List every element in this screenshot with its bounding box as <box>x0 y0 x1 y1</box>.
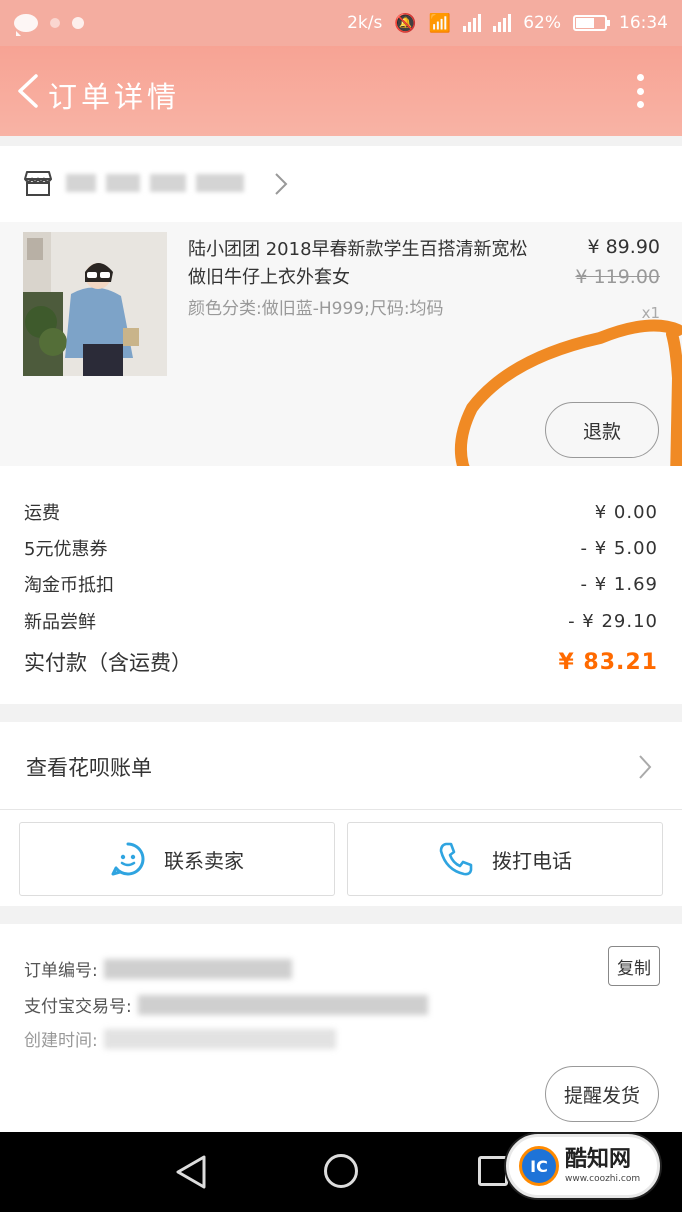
chevron-right-icon <box>639 755 652 779</box>
remind-shipping-button[interactable]: 提醒发货 <box>545 1066 659 1122</box>
shop-icon <box>24 171 52 196</box>
order-number-label: 订单编号: <box>24 961 98 981</box>
fee-amount: - ¥ 29.10 <box>568 610 658 632</box>
clock: 16:34 <box>619 13 668 33</box>
shop-row[interactable] <box>0 146 682 222</box>
fee-label: 5元优惠券 <box>24 539 108 560</box>
fee-row-shipping: 运费 ¥ 0.00 <box>24 494 658 530</box>
coozhi-watermark: IC 酷知网 www.coozhi.com <box>506 1134 660 1198</box>
call-phone-button[interactable]: 拨打电话 <box>347 822 663 896</box>
fee-row-new-product: 新品尝鲜 - ¥ 29.10 <box>24 603 658 639</box>
total-paid-label: 实付款（含运费） <box>24 651 192 675</box>
order-number-line: 订单编号: <box>24 956 292 981</box>
huabei-bill-row[interactable]: 查看花呗账单 <box>0 722 682 810</box>
product-original-price: ¥ 119.00 <box>575 266 660 288</box>
created-time-line: 创建时间: <box>24 1026 336 1051</box>
product-section: 陆小团团 2018早春新款学生百搭清新宽松做旧牛仔上衣外套女 颜色分类:做旧蓝-… <box>0 222 682 466</box>
fee-label: 淘金币抵扣 <box>24 575 114 596</box>
total-paid-row: 实付款（含运费） ¥ 83.21 <box>24 644 658 680</box>
fees-section: 运费 ¥ 0.00 5元优惠券 - ¥ 5.00 淘金币抵扣 - ¥ 1.69 … <box>0 466 682 704</box>
back-arrow-icon[interactable] <box>16 74 40 108</box>
message-notification-icon <box>14 14 38 36</box>
fee-label: 新品尝鲜 <box>24 612 96 633</box>
fee-amount: - ¥ 1.69 <box>580 573 658 595</box>
product-title[interactable]: 陆小团团 2018早春新款学生百搭清新宽松做旧牛仔上衣外套女 <box>188 236 532 292</box>
more-options-icon[interactable] <box>636 74 644 108</box>
nav-recent-apps-icon[interactable] <box>478 1156 508 1186</box>
battery-icon <box>573 15 610 31</box>
title-bar: 订单详情 <box>0 46 682 136</box>
refund-button[interactable]: 退款 <box>545 402 659 458</box>
coozhi-logo-icon: IC <box>519 1146 559 1186</box>
fee-label: 运费 <box>24 503 60 524</box>
status-bar: 2k/s 🔕 📶 62% 16:34 <box>0 0 682 46</box>
total-paid-amount: ¥ 83.21 <box>558 649 658 675</box>
product-image[interactable] <box>23 232 167 376</box>
chat-smile-icon <box>111 842 145 876</box>
phone-icon <box>439 842 473 876</box>
watermark-url: www.coozhi.com <box>565 1173 641 1184</box>
created-time-redacted <box>103 1028 336 1049</box>
copy-button[interactable]: 复制 <box>608 946 660 986</box>
order-info-section: 订单编号: 复制 支付宝交易号: 创建时间: 提醒发货 <box>0 924 682 1132</box>
page-title: 订单详情 <box>48 80 181 114</box>
battery-percent: 62% <box>523 13 561 33</box>
product-quantity: x1 <box>641 304 660 322</box>
signal-4g-icon <box>463 14 482 32</box>
fee-row-taojinbi: 淘金币抵扣 - ¥ 1.69 <box>24 566 658 602</box>
fee-amount: ¥ 0.00 <box>594 501 658 523</box>
alipay-trade-line: 支付宝交易号: <box>24 992 428 1017</box>
fee-amount: - ¥ 5.00 <box>580 537 658 559</box>
alipay-trade-redacted <box>137 994 428 1015</box>
signal-2g-icon <box>493 14 512 32</box>
contact-seller-button[interactable]: 联系卖家 <box>19 822 335 896</box>
nav-home-icon[interactable] <box>324 1154 358 1188</box>
call-phone-label: 拨打电话 <box>492 848 572 873</box>
alipay-trade-label: 支付宝交易号: <box>24 997 132 1017</box>
watermark-title: 酷知网 <box>565 1146 632 1172</box>
network-speed: 2k/s <box>347 13 383 33</box>
product-spec: 颜色分类:做旧蓝-H999;尺码:均码 <box>188 299 444 319</box>
created-time-label: 创建时间: <box>24 1031 98 1051</box>
notification-dot-icon <box>50 18 60 28</box>
shop-name-redacted <box>66 174 244 192</box>
order-number-redacted <box>103 958 292 979</box>
contact-seller-label: 联系卖家 <box>164 848 244 873</box>
action-area: 联系卖家 拨打电话 <box>0 810 682 906</box>
mute-icon: 🔕 <box>394 12 417 34</box>
product-price: ¥ 89.90 <box>587 236 660 258</box>
nav-back-icon[interactable] <box>174 1154 208 1190</box>
wifi-icon: 📶 <box>428 12 452 34</box>
chevron-right-icon <box>275 173 288 195</box>
fee-row-coupon: 5元优惠券 - ¥ 5.00 <box>24 530 658 566</box>
huabei-bill-label: 查看花呗账单 <box>26 756 152 780</box>
hd-notification-icon <box>72 17 84 29</box>
